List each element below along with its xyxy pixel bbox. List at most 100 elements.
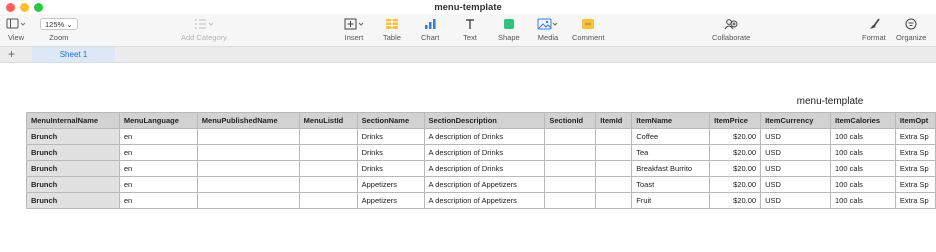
table-cell[interactable]: Extra Sp [894,128,936,145]
comment-icon [581,16,595,31]
column-header[interactable]: SectionName [356,112,425,129]
table-cell[interactable]: A description of Drinks [423,160,546,177]
table-cell[interactable] [595,128,633,145]
table-cell[interactable]: Extra Sp [894,144,936,161]
table-cell[interactable] [544,160,597,177]
table-cell[interactable]: Extra Sp [894,192,936,209]
add-category-button[interactable]: Add Category [181,16,227,42]
table-cell[interactable]: 100 cals [830,128,896,145]
table-cell[interactable] [298,176,358,193]
column-header[interactable]: ItemCalories [830,112,896,129]
table-cell[interactable]: A description of Appetizers [423,176,546,193]
table-cell[interactable] [544,144,597,161]
table-cell[interactable]: $20.00 [709,144,762,161]
table-cell[interactable] [544,192,597,209]
column-header[interactable]: MenuInternalName [26,112,120,129]
insert-button[interactable]: Insert [343,16,365,42]
add-sheet-button[interactable]: + [8,48,15,61]
column-header[interactable]: ItemName [631,112,711,129]
column-header[interactable]: SectionDescription [423,112,546,129]
table-cell[interactable]: USD [760,128,831,145]
table-cell[interactable] [298,144,358,161]
table-cell[interactable] [196,192,300,209]
shape-button[interactable]: Shape [498,16,520,42]
column-header[interactable]: ItemId [595,112,633,129]
table-cell[interactable]: Brunch [26,144,120,161]
media-button[interactable]: Media [537,16,559,42]
table-cell[interactable]: Extra Sp [894,160,936,177]
table-cell[interactable] [196,176,300,193]
table-cell[interactable]: Coffee [631,128,711,145]
table-cell[interactable] [298,128,358,145]
table-cell[interactable]: Drinks [356,128,425,145]
table-cell[interactable]: $20.00 [709,176,762,193]
table-cell[interactable] [595,144,633,161]
table-cell[interactable] [544,128,597,145]
column-header[interactable]: ItemCurrency [760,112,831,129]
table-cell[interactable] [196,128,300,145]
table-cell[interactable]: $20.00 [709,128,762,145]
table-cell[interactable]: 100 cals [830,192,896,209]
table-cell[interactable]: Appetizers [356,192,425,209]
table-cell[interactable]: en [118,192,198,209]
table-cell[interactable] [298,192,358,209]
comment-button[interactable]: Comment [572,16,605,42]
table-cell[interactable]: USD [760,144,831,161]
table-cell[interactable]: Toast [631,176,711,193]
table-cell[interactable]: A description of Appetizers [423,192,546,209]
organize-button[interactable]: Organize [896,16,926,42]
table-cell[interactable]: en [118,176,198,193]
table-cell[interactable]: $20.00 [709,160,762,177]
column-header[interactable]: ItemOpt [894,112,936,129]
table-cell[interactable] [595,176,633,193]
tab-sheet-1[interactable]: Sheet 1 [32,47,115,62]
table-title[interactable]: menu-template [770,96,890,107]
table-cell[interactable]: A description of Drinks [423,144,546,161]
table-cell[interactable] [544,176,597,193]
column-header[interactable]: MenuLanguage [118,112,198,129]
table-cell[interactable]: Extra Sp [894,176,936,193]
table-cell[interactable]: USD [760,160,831,177]
column-header[interactable]: ItemPrice [709,112,762,129]
table-cell[interactable]: Fruit [631,192,711,209]
table-cell[interactable]: USD [760,192,831,209]
table-cell[interactable]: Drinks [356,160,425,177]
table-cell[interactable]: 100 cals [830,160,896,177]
title-bar: menu-template [0,0,936,14]
table-cell[interactable]: Brunch [26,192,120,209]
table-cell[interactable]: A description of Drinks [423,128,546,145]
format-button[interactable]: Format [862,16,886,42]
table-cell[interactable]: Breakfast Burrito [631,160,711,177]
table-cell[interactable]: $20.00 [709,192,762,209]
table-cell[interactable] [196,160,300,177]
table-cell[interactable]: Brunch [26,160,120,177]
table-cell[interactable]: en [118,128,198,145]
column-header[interactable]: MenuPublishedName [196,112,300,129]
zoom-control[interactable]: 125% ⌄ Zoom [40,16,78,42]
table-cell[interactable]: 100 cals [830,176,896,193]
zoom-select[interactable]: 125% ⌄ [40,17,78,30]
table-button[interactable]: Table [383,16,401,42]
menu-table[interactable]: MenuInternalName MenuLanguage MenuPublis… [26,112,936,209]
table-cell[interactable] [595,192,633,209]
table-cell[interactable]: Tea [631,144,711,161]
table-cell[interactable] [595,160,633,177]
text-button[interactable]: Text [463,16,477,42]
table-cell[interactable] [196,144,300,161]
collaborate-button[interactable]: Collaborate [712,16,750,42]
chart-button[interactable]: Chart [421,16,439,42]
table-cell[interactable]: Brunch [26,176,120,193]
column-header[interactable]: MenuListId [298,112,358,129]
table-cell[interactable]: 100 cals [830,144,896,161]
view-button[interactable]: View [6,16,26,42]
insert-icon [343,16,365,31]
table-cell[interactable]: en [118,144,198,161]
table-cell[interactable]: en [118,160,198,177]
table-cell[interactable]: USD [760,176,831,193]
table-cell[interactable] [298,160,358,177]
column-header[interactable]: SectionId [544,112,597,129]
table-cell[interactable]: Appetizers [356,176,425,193]
table-icon [385,16,399,31]
table-cell[interactable]: Drinks [356,144,425,161]
table-cell[interactable]: Brunch [26,128,120,145]
